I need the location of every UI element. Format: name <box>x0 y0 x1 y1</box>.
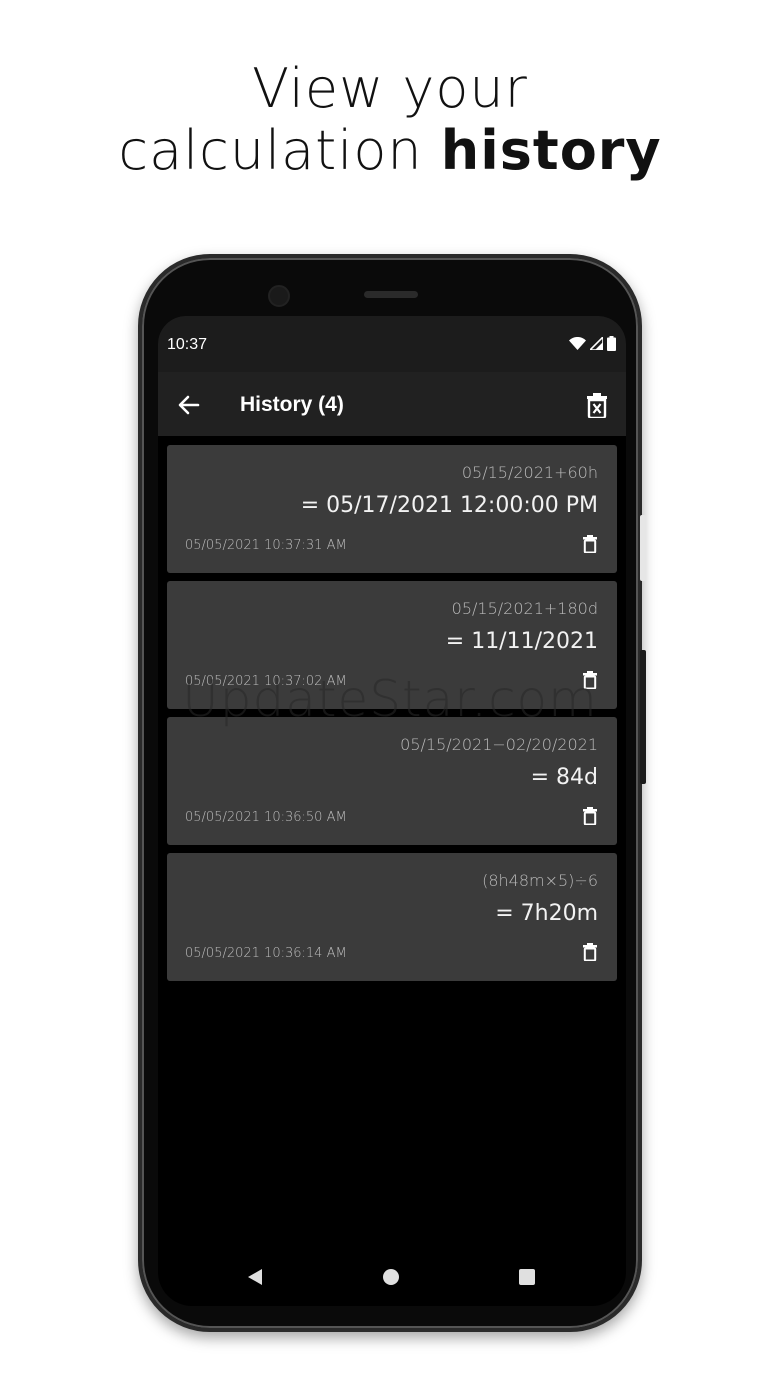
back-arrow-icon[interactable] <box>176 392 202 418</box>
history-result: = 11/11/2021 <box>445 629 598 654</box>
history-item[interactable]: 05/15/2021−02/20/2021 = 84d 05/05/2021 1… <box>167 717 617 845</box>
nav-back-icon[interactable] <box>246 1268 264 1286</box>
headline-bold: history <box>440 119 662 182</box>
history-item[interactable]: 05/15/2021+180d = 11/11/2021 05/05/2021 … <box>167 581 617 709</box>
app-bar: History (4) <box>158 372 626 436</box>
status-time: 10:37 <box>167 336 208 353</box>
history-result: = 05/17/2021 12:00:00 PM <box>300 493 598 518</box>
phone-side-button-power <box>640 650 646 784</box>
history-expression: 05/15/2021−02/20/2021 <box>400 735 598 754</box>
camera <box>268 285 290 307</box>
battery-icon <box>607 336 616 351</box>
page-title: History (4) <box>240 393 344 416</box>
signal-icon <box>590 337 603 350</box>
history-result: = 84d <box>530 765 598 790</box>
phone-screen: 10:37 History (4) 05/15/2021+60h = 05/17… <box>158 316 626 1306</box>
history-item[interactable]: (8h48m×5)÷6 = 7h20m 05/05/2021 10:36:14 … <box>167 853 617 981</box>
delete-item-icon[interactable] <box>583 535 597 553</box>
headline-line-2: calculation history <box>0 120 780 182</box>
delete-item-icon[interactable] <box>583 943 597 961</box>
delete-item-icon[interactable] <box>583 671 597 689</box>
speaker <box>364 291 418 298</box>
history-item[interactable]: 05/15/2021+60h = 05/17/2021 12:00:00 PM … <box>167 445 617 573</box>
history-timestamp: 05/05/2021 10:37:02 AM <box>185 674 347 689</box>
nav-home-icon[interactable] <box>382 1268 400 1286</box>
status-icons <box>569 336 616 351</box>
status-bar: 10:37 <box>158 316 626 372</box>
history-expression: (8h48m×5)÷6 <box>482 871 598 890</box>
history-expression: 05/15/2021+180d <box>451 599 598 618</box>
delete-item-icon[interactable] <box>583 807 597 825</box>
headline-line-1: View your <box>252 57 528 120</box>
history-expression: 05/15/2021+60h <box>461 463 598 482</box>
history-result: = 7h20m <box>495 901 598 926</box>
clear-history-icon[interactable] <box>586 392 608 418</box>
history-list: 05/15/2021+60h = 05/17/2021 12:00:00 PM … <box>167 445 617 989</box>
history-timestamp: 05/05/2021 10:36:50 AM <box>185 810 347 825</box>
headline-regular: calculation <box>118 119 441 182</box>
history-timestamp: 05/05/2021 10:37:31 AM <box>185 538 347 553</box>
wifi-icon <box>569 337 586 350</box>
nav-recents-icon[interactable] <box>518 1268 536 1286</box>
phone-side-button-top <box>640 515 646 581</box>
headline: View your calculation history <box>0 58 780 182</box>
history-timestamp: 05/05/2021 10:36:14 AM <box>185 946 347 961</box>
system-nav-bar <box>158 1246 626 1306</box>
